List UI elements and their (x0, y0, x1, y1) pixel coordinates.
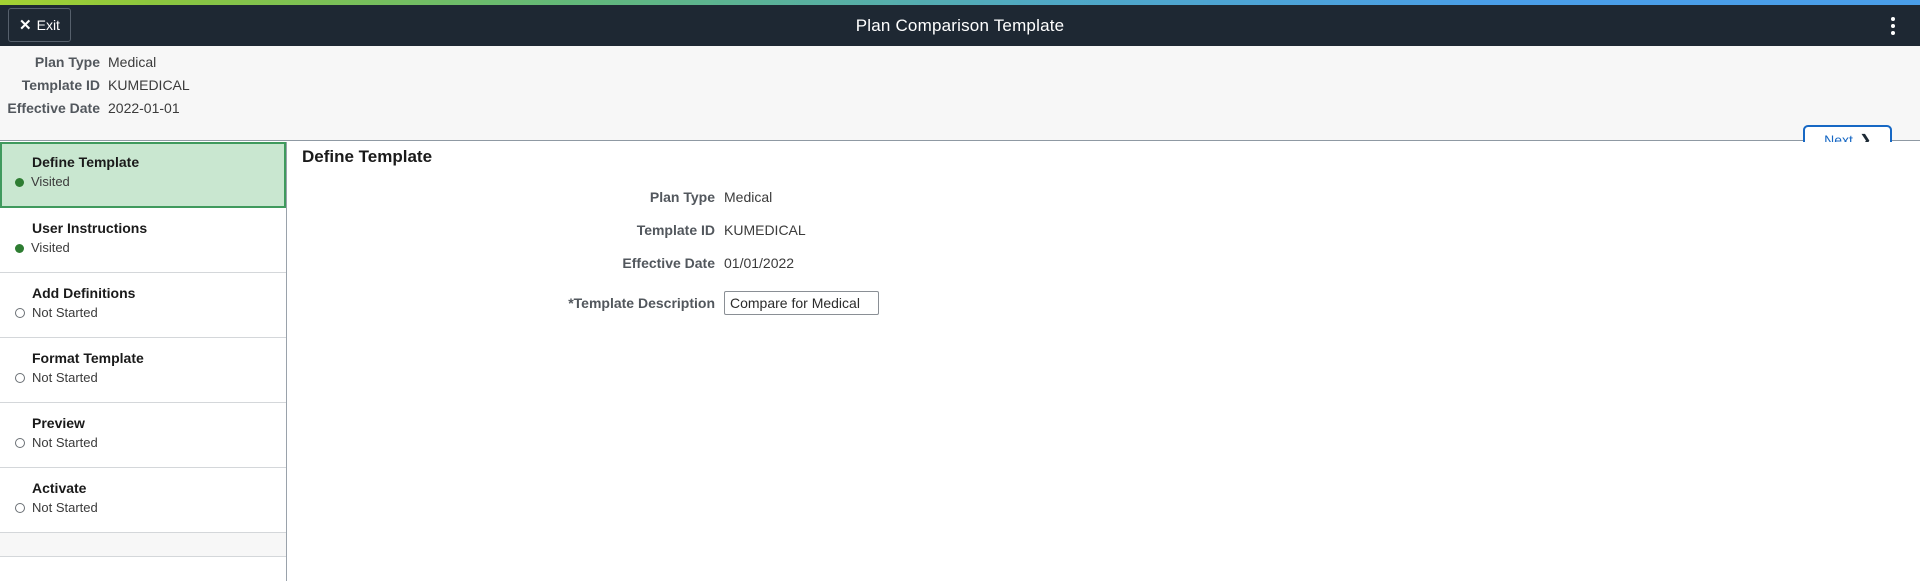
exit-button[interactable]: ✕ Exit (8, 8, 71, 42)
context-plan-type-label: Plan Type (34, 54, 100, 70)
context-effective-date-value: 2022-01-01 (108, 100, 180, 116)
context-template-id-label: Template ID (21, 77, 100, 93)
context-info-row: Effective Date 2022-01-01 (0, 100, 190, 123)
kebab-dot-3 (1891, 31, 1895, 35)
sidebar-step-define-template[interactable]: Define Template Visited (0, 142, 286, 208)
step-title: Add Definitions (32, 285, 136, 301)
context-info-row: Template ID KUMEDICAL (0, 77, 190, 100)
context-info-row: Plan Type Medical (0, 54, 190, 77)
context-template-id-value: KUMEDICAL (108, 77, 190, 93)
template-description-input[interactable] (724, 291, 879, 315)
step-status-label: Not Started (32, 435, 98, 450)
main-content-panel: Define Template Plan Type Medical Templa… (288, 142, 1920, 581)
status-not-started-circle-icon (15, 503, 25, 513)
status-not-started-circle-icon (15, 308, 25, 318)
step-status-label: Visited (31, 240, 70, 255)
status-visited-dot-icon (15, 177, 24, 187)
template-description-label-text: Template Description (573, 295, 715, 311)
step-status: Not Started (15, 305, 286, 321)
form-row-template-id: Template ID KUMEDICAL (288, 213, 1920, 246)
sidebar-step-user-instructions[interactable]: User Instructions Visited (0, 208, 286, 273)
exit-button-label: Exit (36, 17, 60, 33)
kebab-dot-1 (1891, 17, 1895, 21)
template-description-label: *Template Description (288, 295, 724, 311)
status-visited-dot-icon (15, 243, 24, 253)
context-info-list: Plan Type Medical Template ID KUMEDICAL … (0, 54, 190, 123)
plan-type-value: Medical (724, 188, 773, 205)
page-title-header: Plan Comparison Template (855, 15, 1065, 35)
window-title-bar: Plan Comparison Template ✕ Exit (0, 5, 1920, 46)
step-status: Not Started (15, 370, 286, 386)
form-row-template-description: *Template Description (288, 284, 1920, 322)
context-plan-type-value: Medical (108, 54, 157, 70)
step-status-label: Visited (31, 174, 70, 189)
step-title: Activate (32, 480, 87, 496)
step-navigation-sidebar: Define Template Visited User Instruction… (0, 142, 287, 581)
step-status: Visited (15, 240, 286, 256)
status-not-started-circle-icon (15, 438, 25, 448)
form-row-plan-type: Plan Type Medical (288, 180, 1920, 213)
effective-date-label: Effective Date (622, 254, 715, 271)
kebab-dot-2 (1891, 24, 1895, 28)
sidebar-step-format-template[interactable]: Format Template Not Started (0, 338, 286, 403)
step-status-label: Not Started (32, 370, 98, 385)
sidebar-step-preview[interactable]: Preview Not Started (0, 403, 286, 468)
plan-type-label: Plan Type (649, 188, 715, 205)
step-title: User Instructions (32, 220, 148, 236)
section-heading: Define Template (302, 147, 433, 166)
form-row-effective-date: Effective Date 01/01/2022 (288, 246, 1920, 279)
app-window: Plan Comparison Template ✕ Exit Plan Typ… (0, 0, 1920, 581)
context-effective-date-label: Effective Date (7, 100, 100, 116)
sidebar-step-activate[interactable]: Activate Not Started (0, 468, 286, 533)
sidebar-step-add-definitions[interactable]: Add Definitions Not Started (0, 273, 286, 338)
body-area: Define Template Visited User Instruction… (0, 142, 1920, 581)
define-template-form: Plan Type Medical Template ID KUMEDICAL … (288, 180, 1920, 322)
close-x-icon: ✕ (19, 16, 32, 34)
kebab-menu-icon[interactable] (1878, 11, 1908, 41)
template-id-label: Template ID (636, 221, 715, 238)
effective-date-value: 01/01/2022 (724, 254, 795, 271)
step-title: Format Template (32, 350, 144, 366)
template-id-value: KUMEDICAL (724, 221, 806, 238)
step-status: Not Started (15, 500, 286, 516)
step-title: Define Template (32, 154, 140, 170)
step-title: Preview (32, 415, 85, 431)
step-status-label: Not Started (32, 500, 98, 515)
step-status: Not Started (15, 435, 286, 451)
context-info-band: Plan Type Medical Template ID KUMEDICAL … (0, 46, 1920, 154)
sidebar-list-tail (0, 533, 286, 557)
step-status: Visited (15, 174, 284, 190)
step-status-label: Not Started (32, 305, 98, 320)
status-not-started-circle-icon (15, 373, 25, 383)
